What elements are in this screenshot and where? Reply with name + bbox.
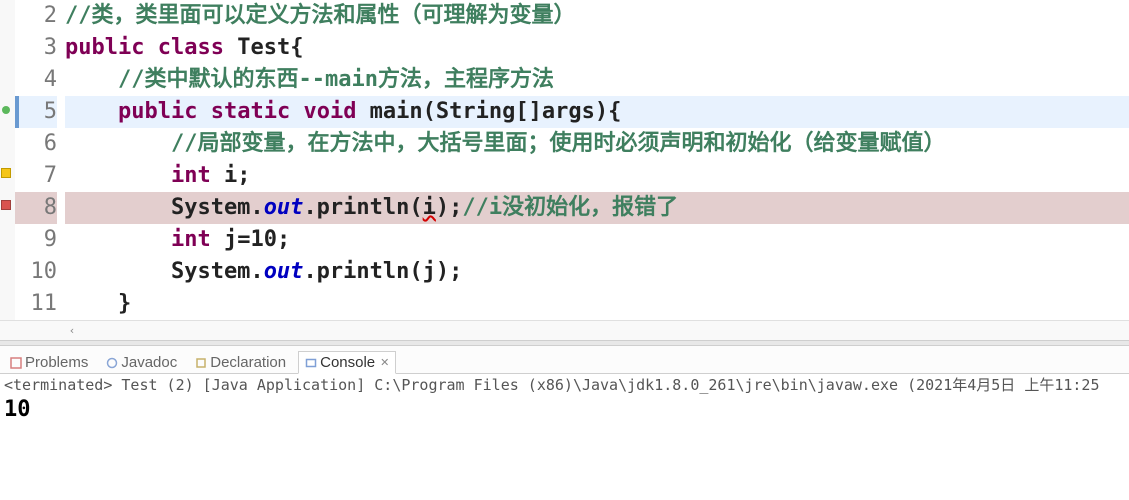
code-token: //类，类里面可以定义方法和属性（可理解为变量） (65, 3, 576, 28)
code-content[interactable]: //类，类里面可以定义方法和属性（可理解为变量） public class Tes… (65, 0, 1129, 320)
warning-marker-icon (1, 168, 11, 178)
marker-bar (0, 0, 15, 320)
line-number: 9 (15, 224, 57, 256)
editor-horizontal-scrollbar[interactable]: ‹ (0, 320, 1129, 340)
console-icon (305, 357, 317, 369)
code-token: .println(j); (303, 259, 462, 284)
line-number: 10 (15, 256, 57, 288)
marker-slot-line-11 (0, 288, 15, 320)
code-token: System. (65, 195, 264, 220)
code-line-4[interactable]: //类中默认的东西--main方法，主程序方法 (65, 64, 1129, 96)
bottom-views-tabbar: Problems Javadoc Declaration Console ✕ (0, 346, 1129, 374)
marker-slot-line-2 (0, 0, 15, 32)
code-token (65, 67, 118, 92)
marker-slot-line-6 (0, 128, 15, 160)
code-token: i (423, 195, 436, 220)
code-token: out (264, 259, 304, 284)
code-line-9[interactable]: int j=10; (65, 224, 1129, 256)
line-number: 7 (15, 160, 57, 192)
marker-slot-line-9 (0, 224, 15, 256)
code-token: class (158, 35, 224, 60)
code-token: public (118, 99, 197, 124)
scroll-left-icon[interactable]: ‹ (65, 324, 79, 338)
code-line-6[interactable]: //局部变量，在方法中，大括号里面；使用时必须声明和初始化（给变量赋值） (65, 128, 1129, 160)
console-view[interactable]: <terminated> Test (2) [Java Application]… (0, 374, 1129, 500)
marker-slot-line-10 (0, 256, 15, 288)
code-token: int (171, 163, 211, 188)
tab-problems[interactable]: Problems (4, 352, 94, 373)
error-marker-icon (1, 200, 11, 210)
marker-slot-line-3 (0, 32, 15, 64)
tab-console-label: Console (320, 354, 375, 371)
line-number: 3 (15, 32, 57, 64)
code-token: Test{ (224, 35, 303, 60)
code-token: ); (436, 195, 463, 220)
declaration-icon (195, 357, 207, 369)
line-number: 2 (15, 0, 57, 32)
code-token (144, 35, 157, 60)
code-line-5[interactable]: public static void main(String[]args){ (65, 96, 1129, 128)
line-number: 11 (15, 288, 57, 320)
line-number: 8 (15, 192, 57, 224)
tab-javadoc-label: Javadoc (121, 354, 177, 371)
code-token: void (303, 99, 356, 124)
code-token: //局部变量，在方法中，大括号里面；使用时必须声明和初始化（给变量赋值） (171, 131, 946, 156)
tab-javadoc[interactable]: Javadoc (100, 352, 183, 373)
code-token: //类中默认的东西--main方法，主程序方法 (118, 67, 554, 92)
console-output-text: 10 (4, 396, 1125, 424)
tab-declaration-label: Declaration (210, 354, 286, 371)
marker-slot-line-7 (0, 160, 15, 192)
code-token (290, 99, 303, 124)
override-marker-icon (2, 106, 10, 114)
tab-declaration[interactable]: Declaration (189, 352, 292, 373)
code-token: int (171, 227, 211, 252)
line-number: 6 (15, 128, 57, 160)
code-token: .println( (303, 195, 422, 220)
code-token: System. (65, 259, 264, 284)
close-icon[interactable]: ✕ (380, 356, 389, 369)
line-number-gutter: 234567891011 (15, 0, 65, 320)
code-line-11[interactable]: } (65, 288, 1129, 320)
code-token: //i没初始化，报错了 (462, 195, 678, 220)
code-token: j=10; (211, 227, 290, 252)
code-token (197, 99, 210, 124)
code-token (65, 131, 171, 156)
tab-console[interactable]: Console ✕ (298, 351, 396, 374)
code-editor[interactable]: 234567891011 //类，类里面可以定义方法和属性（可理解为变量） pub… (0, 0, 1129, 320)
console-process-header: <terminated> Test (2) [Java Application]… (4, 374, 1125, 396)
line-number: 4 (15, 64, 57, 96)
code-token: out (264, 195, 304, 220)
tab-problems-label: Problems (25, 354, 88, 371)
code-token: static (211, 99, 290, 124)
code-line-7[interactable]: int i; (65, 160, 1129, 192)
code-token: main(String[]args){ (356, 99, 621, 124)
code-line-3[interactable]: public class Test{ (65, 32, 1129, 64)
code-line-2[interactable]: //类，类里面可以定义方法和属性（可理解为变量） (65, 0, 1129, 32)
problems-icon (10, 357, 22, 369)
javadoc-icon (106, 357, 118, 369)
code-line-8[interactable]: System.out.println(i);//i没初始化，报错了 (65, 192, 1129, 224)
marker-slot-line-5 (0, 96, 15, 128)
marker-slot-line-8 (0, 192, 15, 224)
line-number: 5 (15, 96, 57, 128)
marker-slot-line-4 (0, 64, 15, 96)
code-token (65, 227, 171, 252)
code-token (65, 99, 118, 124)
code-token (65, 163, 171, 188)
code-token: public (65, 35, 144, 60)
code-token: } (65, 291, 131, 316)
code-token: i; (211, 163, 251, 188)
code-line-10[interactable]: System.out.println(j); (65, 256, 1129, 288)
